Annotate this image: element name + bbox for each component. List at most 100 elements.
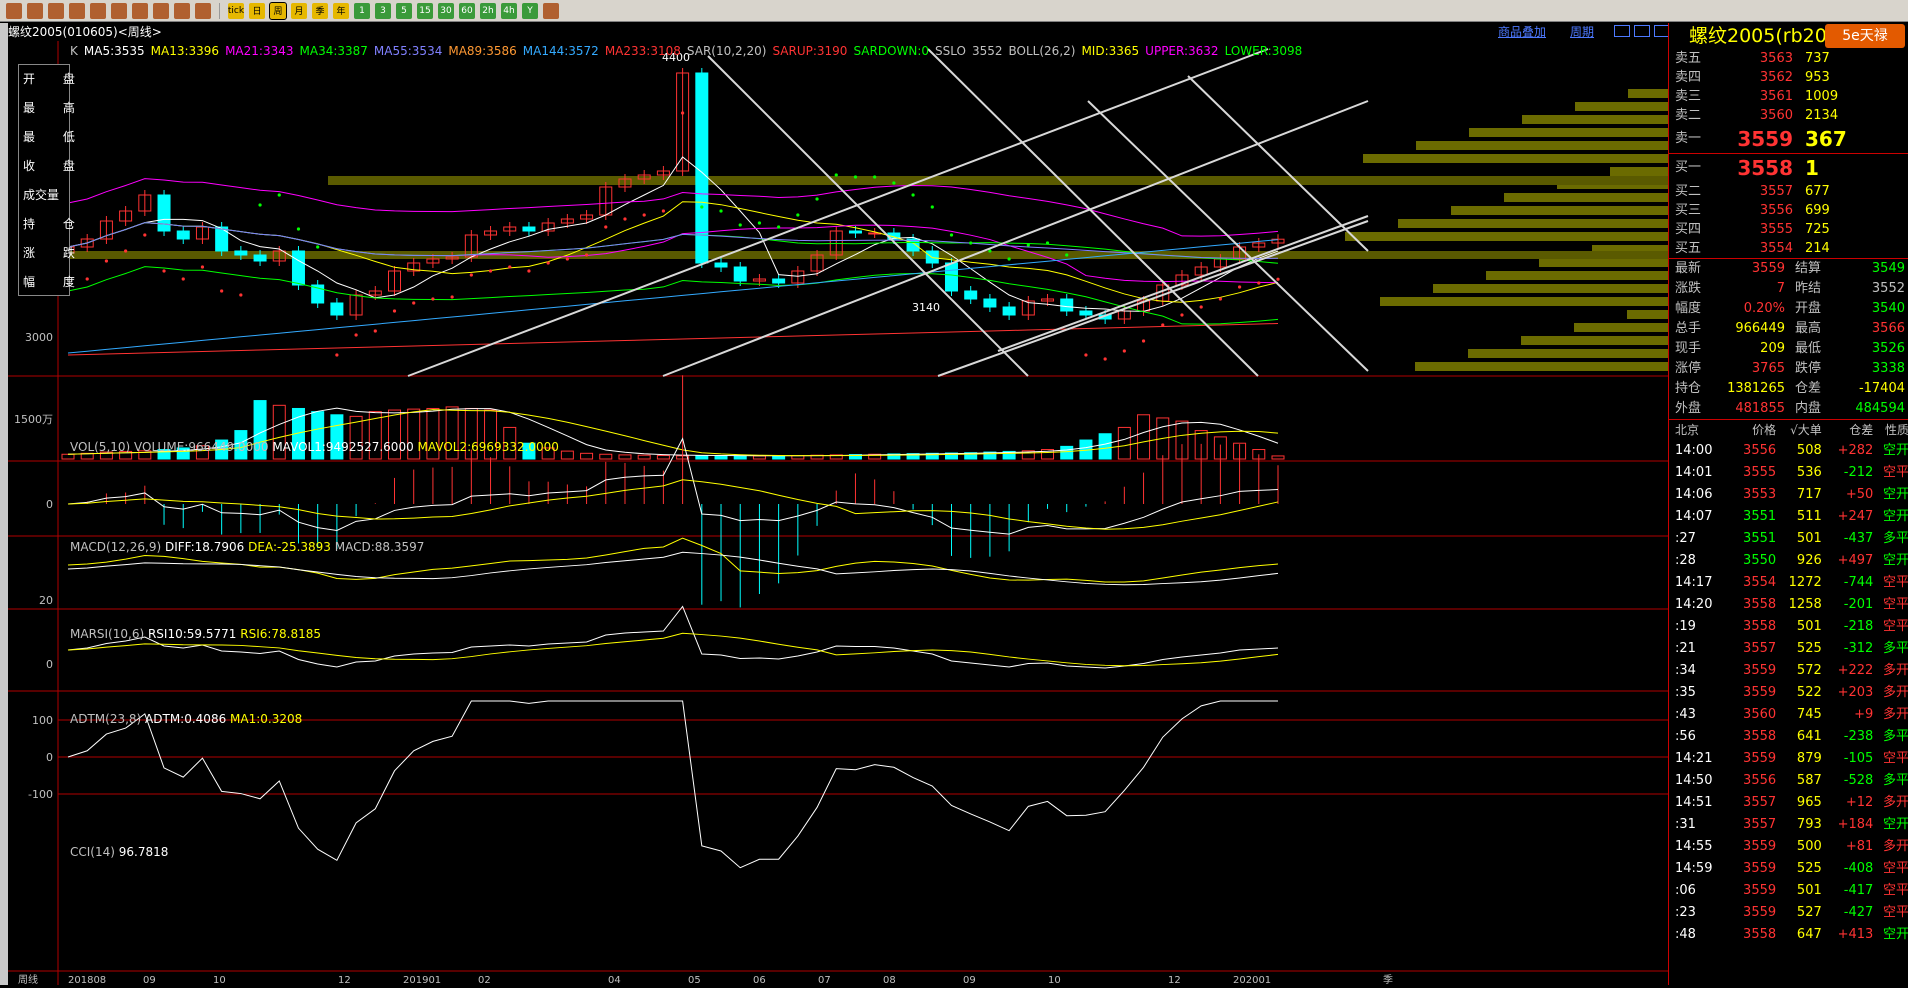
left-sidebar-strip[interactable] (0, 23, 8, 985)
vol-header-main: VOL(5,10) VOLUME:966449.0000 (70, 440, 269, 454)
zoom-in-icon[interactable] (90, 2, 106, 19)
tick-oi-change: +282 (1837, 443, 1874, 458)
restore-icon[interactable] (1634, 25, 1650, 37)
minute-period-button-7[interactable]: 4h (501, 2, 517, 19)
tick-list[interactable]: 14:00 3556 508 +282 空开 14:01 3555 536 -212 空平 14:0… (1669, 440, 1908, 946)
sar-dot (815, 197, 819, 201)
redo-icon[interactable] (69, 2, 85, 19)
ma233-line (67, 323, 1279, 356)
volume-bar (1060, 445, 1074, 460)
minute-period-button-4[interactable]: 30 (438, 2, 454, 19)
minute-period-button-3[interactable]: 15 (417, 2, 433, 19)
minute-period-button-8[interactable]: Y (522, 2, 538, 19)
chart-area[interactable]: 33003000440031401500万02001000-100周线20180… (8, 41, 1668, 986)
tick-row[interactable]: :27 3551 501 -437 多平 (1669, 528, 1908, 550)
tick-row[interactable]: :23 3559 527 -427 空平 (1669, 902, 1908, 924)
minute-period-button-0[interactable]: 1 (354, 2, 370, 19)
period-button-4[interactable]: 季 (312, 2, 328, 19)
tick-row[interactable]: :19 3558 501 -218 空平 (1669, 616, 1908, 638)
print-icon[interactable] (48, 2, 64, 19)
period-link[interactable]: 周期 (1570, 23, 1594, 41)
rsi10-line (67, 551, 1279, 586)
tool-icon[interactable] (153, 2, 169, 19)
minute-period-button-1[interactable]: 3 (375, 2, 391, 19)
period-button-2[interactable]: 周 (269, 1, 287, 20)
zoom-out-icon[interactable] (111, 2, 127, 19)
tick-row[interactable]: :48 3558 647 +413 空开 (1669, 924, 1908, 946)
bid-price: 3556 (1759, 203, 1793, 218)
tick-row[interactable]: :35 3559 522 +203 多开 (1669, 682, 1908, 704)
ask-price: 3562 (1759, 70, 1793, 85)
period-button-5[interactable]: 年 (333, 2, 349, 19)
minimize-icon[interactable] (1614, 25, 1630, 37)
trend-line (707, 55, 1029, 377)
tick-row[interactable]: 14:59 3559 525 -408 空平 (1669, 858, 1908, 880)
tick-row[interactable]: :21 3557 525 -312 多平 (1669, 638, 1908, 660)
tick-row[interactable]: 14:00 3556 508 +282 空开 (1669, 440, 1908, 462)
tick-row[interactable]: 14:07 3551 511 +247 空开 (1669, 506, 1908, 528)
adtm-ma1: MA1:0.3208 (230, 712, 303, 726)
stat-row: 现手 209 最低 3526 (1669, 339, 1908, 359)
tick-row[interactable]: :28 3550 926 +497 空开 (1669, 550, 1908, 572)
tick-time: 14:59 (1675, 861, 1713, 876)
sar-dot (392, 309, 397, 313)
tick-row[interactable]: :56 3558 641 -238 多平 (1669, 726, 1908, 748)
tick-volume: 647 (1796, 927, 1822, 942)
save-icon[interactable] (27, 2, 43, 19)
tick-price: 3559 (1743, 839, 1777, 854)
tick-row[interactable]: :43 3560 745 +9 多开 (1669, 704, 1908, 726)
tick-price: 3556 (1743, 773, 1777, 788)
volume-profile-bar (1415, 362, 1668, 371)
sar-dot (969, 241, 973, 245)
tick-row[interactable]: 14:51 3557 965 +12 多开 (1669, 792, 1908, 814)
y-tick-3000: 3000 (25, 331, 53, 344)
draw-icon[interactable] (132, 2, 148, 19)
tick-volume: 525 (1796, 641, 1822, 656)
bid-label: 买五 (1675, 241, 1702, 256)
tick-row[interactable]: 14:06 3553 717 +50 空开 (1669, 484, 1908, 506)
minute-period-button-2[interactable]: 5 (396, 2, 412, 19)
sar-dot (757, 221, 762, 225)
period-button-1[interactable]: 日 (249, 2, 265, 19)
minute-period-button-6[interactable]: 2h (480, 2, 496, 19)
tick-row[interactable]: :06 3559 501 -417 空平 (1669, 880, 1908, 902)
tick-time: 14:50 (1675, 773, 1713, 788)
stat-label: 涨跌 (1675, 281, 1702, 296)
ask-volume: 953 (1805, 70, 1830, 85)
tick-row[interactable]: :31 3557 793 +184 空开 (1669, 814, 1908, 836)
tick-oi-change: +184 (1837, 817, 1874, 832)
tick-nature: 空平 (1882, 597, 1908, 612)
period-button-3[interactable]: 月 (291, 2, 307, 19)
tick-row[interactable]: 14:55 3559 500 +81 多开 (1669, 836, 1908, 858)
filter-icon[interactable] (174, 2, 190, 19)
tick-row[interactable]: 14:01 3555 536 -212 空平 (1669, 462, 1908, 484)
overlay-link[interactable]: 商品叠加 (1498, 23, 1546, 41)
tick-row[interactable]: 14:50 3556 587 -528 多平 (1669, 770, 1908, 792)
tick-oi-change: -408 (1843, 861, 1874, 876)
sar-dot (431, 297, 435, 301)
vol-header: VOL(5,10) VOLUME:966449.0000 MAVOL1:9492… (70, 440, 559, 454)
volume-profile-bar (1468, 349, 1668, 358)
tick-nature: 空平 (1882, 751, 1908, 766)
tick-row[interactable]: 14:21 3559 879 -105 空平 (1669, 748, 1908, 770)
volume-bar (1137, 414, 1151, 460)
volume-profile-bar (328, 176, 1668, 185)
tick-time: :19 (1675, 619, 1696, 634)
candle-body (330, 302, 344, 316)
tick-row[interactable]: 14:17 3554 1272 -744 空平 (1669, 572, 1908, 594)
tick-row[interactable]: :34 3559 572 +222 多开 (1669, 660, 1908, 682)
period-button-0[interactable]: tick (228, 2, 244, 19)
sar-dot (700, 205, 704, 209)
date-tick-label: 04 (608, 975, 621, 985)
tick-row[interactable]: 14:20 3558 1258 -201 空平 (1669, 594, 1908, 616)
stat-value: 0.20% (1743, 301, 1785, 316)
grid-icon[interactable] (195, 2, 211, 19)
ask-volume: 737 (1805, 51, 1830, 66)
cci-axis-label: 0 (46, 751, 53, 764)
sar-dot (911, 193, 915, 197)
file-icon[interactable] (6, 2, 22, 19)
calendar-icon[interactable] (543, 2, 559, 19)
minute-period-button-5[interactable]: 60 (459, 2, 475, 19)
tick-oi-change: -417 (1843, 883, 1874, 898)
ask-label: 卖五 (1675, 51, 1702, 66)
